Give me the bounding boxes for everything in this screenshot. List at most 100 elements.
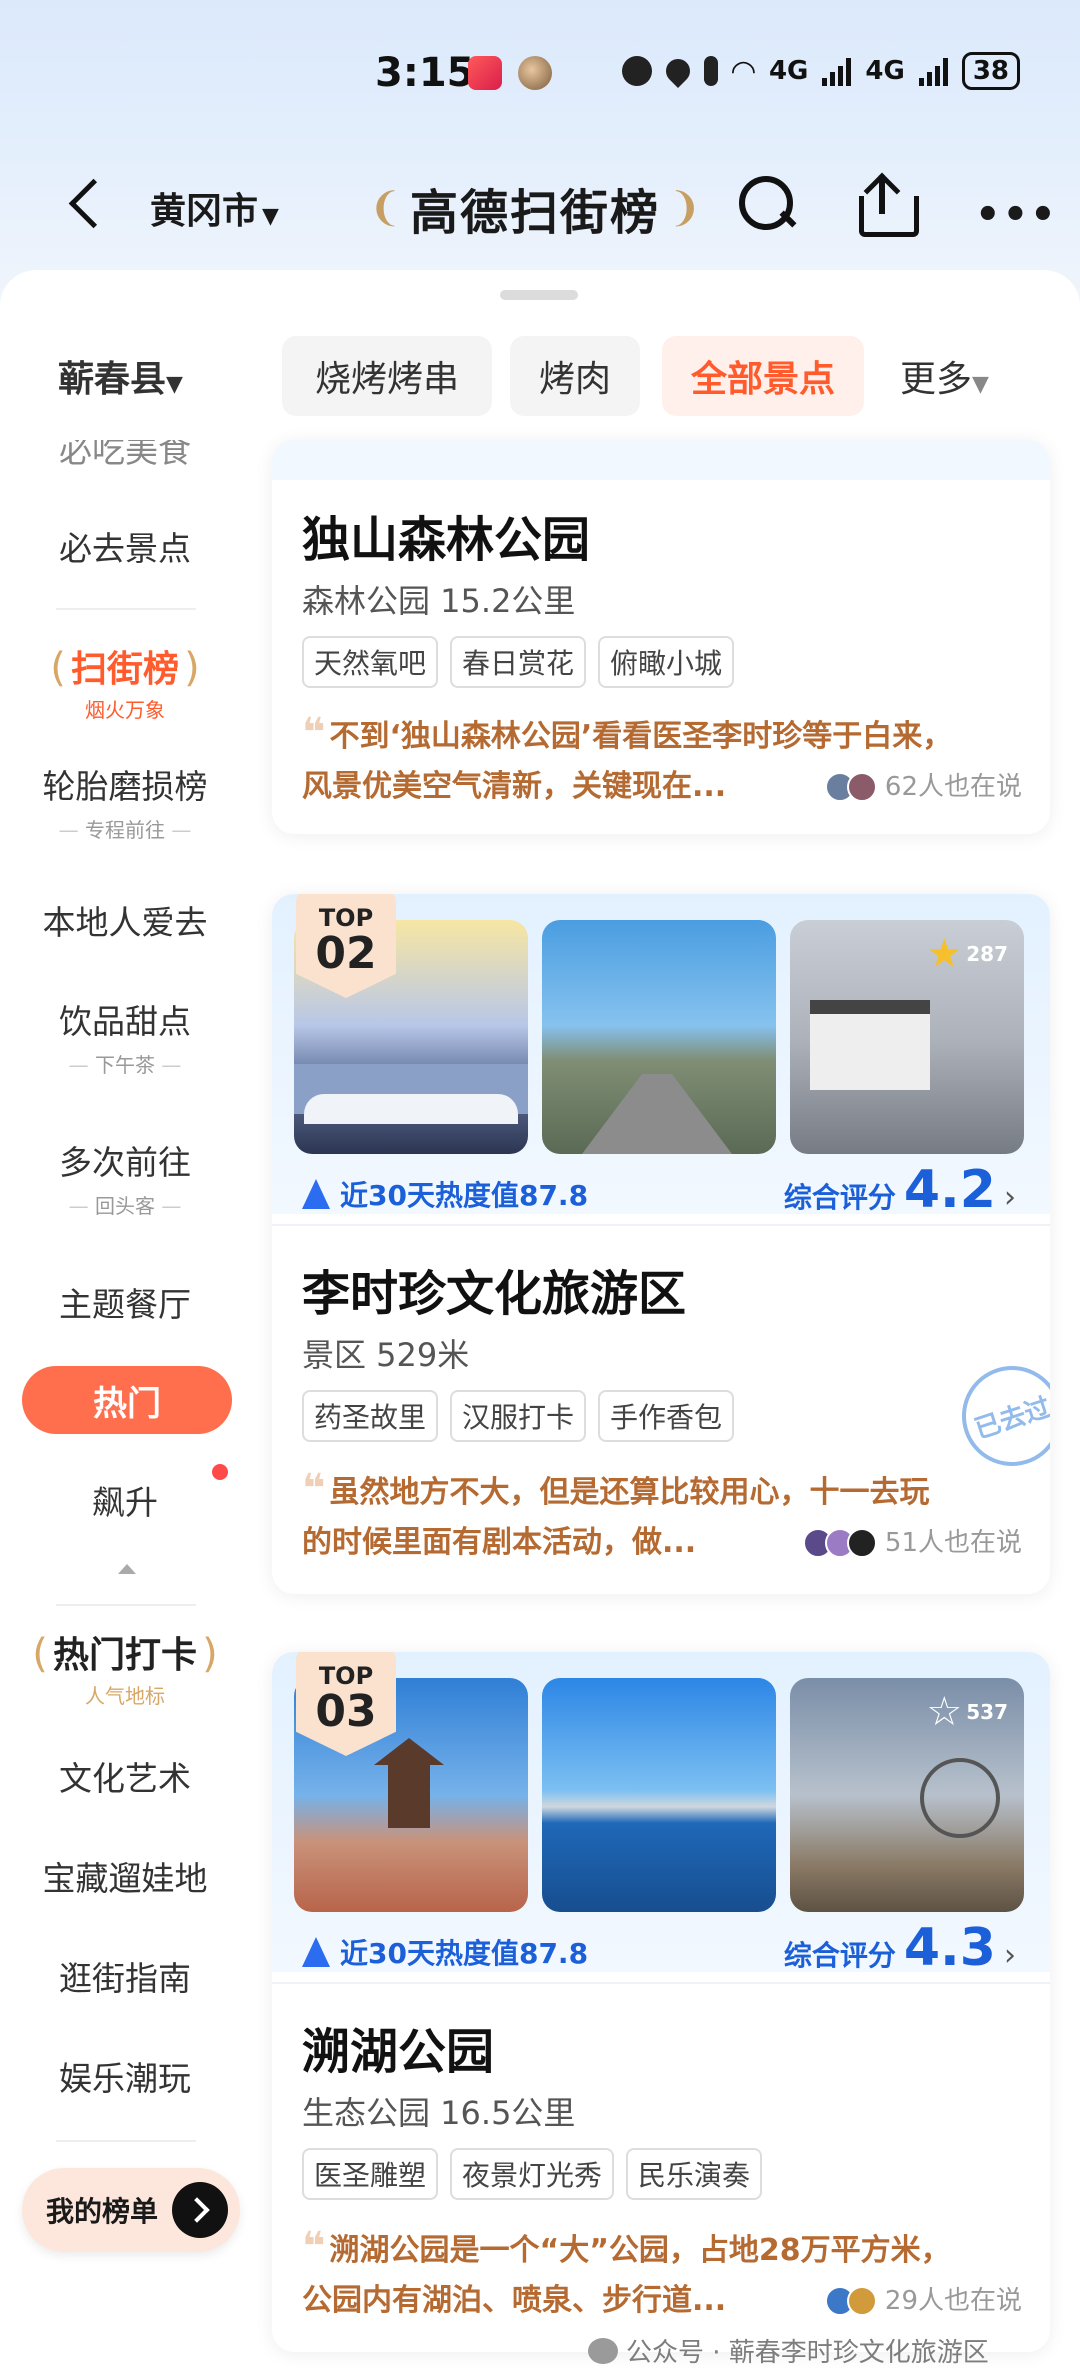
tag: 夜景灯光秀 — [450, 2148, 615, 2200]
place-meta: 森林公园 15.2公里 — [302, 582, 576, 620]
county-label: 蕲春县 — [58, 359, 167, 400]
overall-score[interactable]: 综合评分 4.3 › — [784, 1918, 1016, 1978]
people-talking[interactable]: 29人也在说 — [824, 2276, 1022, 2326]
avatar — [846, 772, 877, 802]
place-name: 李时珍文化旅游区 — [302, 1266, 687, 1322]
collapse-icon[interactable] — [118, 1564, 136, 1574]
sidebar-item-sub: 下午茶 — [0, 1049, 250, 1078]
more-icon[interactable]: ••• — [975, 192, 1058, 238]
tag: 俯瞰小城 — [598, 636, 735, 688]
app-notification-icon — [468, 56, 502, 90]
ranking-card-3[interactable]: ☆ 537 TOP 03 近30天热度值87.8 综合评分 4.3 › 溯湖公园… — [272, 1652, 1050, 2352]
people-count: 62人也在说 — [884, 772, 1022, 802]
ranking-card-1[interactable]: 独山森林公园 森林公园 15.2公里 天然氧吧 春日赏花 俯瞰小城 ❝ 不到‘独山… — [272, 440, 1050, 834]
sidebar-item-must-eat[interactable]: 必吃美食 — [0, 440, 250, 472]
review-line-2: 的时候里面有剧本活动，做... — [302, 1525, 697, 1560]
county-selector[interactable]: 蕲春县▼ — [58, 350, 183, 402]
laurel-right-icon: ) — [202, 1631, 218, 1677]
badge-title: 扫街榜 — [70, 649, 179, 690]
arrow-right-icon — [172, 2182, 228, 2238]
tag: 医圣雕塑 — [302, 2148, 439, 2200]
divider — [56, 608, 196, 610]
caret-down-icon: ▼ — [972, 372, 989, 397]
sidebar-item-kids[interactable]: 宝藏遛娃地 — [0, 1852, 250, 1900]
quote-icon: ❝ — [302, 1466, 326, 1512]
chip-bbq[interactable]: 烧烤烤串 — [282, 336, 492, 416]
tag: 药圣故里 — [302, 1390, 439, 1442]
more-filter-button[interactable]: 更多▼ — [900, 350, 989, 402]
avatar — [846, 1528, 877, 1558]
sidebar-item-street[interactable]: 逛街指南 — [0, 1952, 250, 2000]
sidebar-item-repeat[interactable]: 多次前往 回头客 — [0, 1136, 250, 1219]
divider — [56, 2140, 196, 2142]
signal-icon-2 — [918, 56, 948, 86]
status-time: 3:15 — [375, 50, 475, 96]
sidebar-badge-scan[interactable]: ( 扫街榜 ) 烟火万象 — [0, 640, 250, 723]
people-talking[interactable]: 51人也在说 — [802, 1518, 1022, 1568]
sidebar-item-theme[interactable]: 主题餐厅 — [0, 1278, 250, 1326]
badge-sub: 人气地标 — [85, 1684, 165, 1708]
people-talking[interactable]: 62人也在说 — [824, 762, 1022, 812]
heat-icon — [302, 1937, 330, 1967]
chip-all-attractions[interactable]: 全部景点 — [662, 336, 864, 416]
tag: 汉服打卡 — [450, 1390, 587, 1442]
my-list-button[interactable]: 我的榜单 — [22, 2168, 240, 2252]
visited-stamp: 已去过 — [948, 1352, 1050, 1480]
sidebar-badge-hot-checkin[interactable]: ( 热门打卡 ) 人气地标 — [0, 1626, 250, 1709]
laurel-right-icon: ) — [184, 645, 200, 691]
sidebar-item-culture[interactable]: 文化艺术 — [0, 1752, 250, 1800]
sidebar-item-must-go[interactable]: 必去景点 — [0, 522, 250, 570]
network-label-1: 4G — [768, 56, 809, 86]
signal-icon — [822, 56, 852, 86]
search-icon[interactable] — [735, 172, 797, 234]
caret-down-icon: ▼ — [166, 372, 183, 397]
place-photo[interactable]: ☆ 537 — [790, 1678, 1024, 1912]
sidebar-item-sub: 专程前往 — [0, 814, 250, 843]
review-snippet: ❝ 虽然地方不大，但是还算比较用心，十一去玩 的时候里面有剧本活动，做... 51… — [302, 1464, 1022, 1568]
rank-number: 02 — [315, 928, 377, 979]
rank-number: 03 — [315, 1686, 377, 1737]
badge-sub: 烟火万象 — [85, 698, 165, 722]
back-button[interactable] — [64, 178, 104, 234]
heat-text: 近30天热度值87.8 — [340, 1179, 589, 1212]
wechat-icon — [588, 2337, 618, 2364]
laurel-right-icon: ❩ — [668, 185, 702, 231]
place-photo[interactable] — [542, 1678, 776, 1912]
sidebar-item-label: 饮品甜点 — [59, 1002, 191, 1041]
sidebar-item-hot[interactable]: 热门 — [22, 1366, 232, 1434]
app-header: 黄冈市 ▼ ❨ 高德扫街榜 ❩ ••• — [0, 160, 1080, 250]
place-photo[interactable] — [542, 920, 776, 1154]
status-bar: 3:15 ◠ 4G 4G 38 — [0, 50, 1080, 110]
sidebar-item-rising[interactable]: 飙升 — [0, 1476, 250, 1524]
place-photo[interactable]: ★ 287 — [790, 920, 1024, 1154]
tag: 春日赏花 — [450, 636, 587, 688]
sidebar-item-tire[interactable]: 轮胎磨损榜 专程前往 — [0, 760, 250, 843]
city-selector[interactable]: 黄冈市 ▼ — [150, 182, 279, 234]
chevron-right-icon: › — [1004, 1938, 1016, 1973]
sidebar-item-fun[interactable]: 娱乐潮玩 — [0, 2052, 250, 2100]
notification-dot — [212, 1464, 228, 1480]
heat-value: 近30天热度值87.8 — [302, 1932, 588, 1972]
sidebar-item-locals[interactable]: 本地人爱去 — [0, 896, 250, 944]
brand-text: 高德扫街榜 — [409, 185, 660, 241]
review-line-2: 公园内有湖泊、喷泉、步行道... — [302, 2283, 727, 2318]
share-icon[interactable] — [855, 172, 919, 237]
star-outline-icon: ☆ — [926, 1689, 963, 1735]
badge-title: 热门打卡 — [52, 1635, 197, 1676]
overall-score[interactable]: 综合评分 4.2 › — [784, 1160, 1016, 1220]
laurel-left-icon: ( — [50, 645, 66, 691]
chip-roast-meat[interactable]: 烤肉 — [510, 336, 640, 416]
more-filter-label: 更多 — [900, 359, 973, 400]
favorite-button[interactable]: ★ 287 — [926, 934, 1008, 974]
score-value: 4.3 — [903, 1918, 996, 1978]
tag: 民乐演奏 — [626, 2148, 763, 2200]
place-name: 独山森林公园 — [302, 512, 591, 568]
city-label: 黄冈市 — [150, 191, 259, 232]
laurel-left-icon: ❨ — [368, 185, 402, 231]
my-list-label: 我的榜单 — [46, 2195, 159, 2228]
favorite-button[interactable]: ☆ 537 — [926, 1692, 1008, 1732]
divider — [272, 1224, 1050, 1226]
drag-handle[interactable] — [500, 290, 578, 300]
ranking-card-2[interactable]: ★ 287 TOP 02 近30天热度值87.8 综合评分 4.2 › 李时珍文… — [272, 894, 1050, 1594]
sidebar-item-drinks[interactable]: 饮品甜点 下午茶 — [0, 995, 250, 1078]
